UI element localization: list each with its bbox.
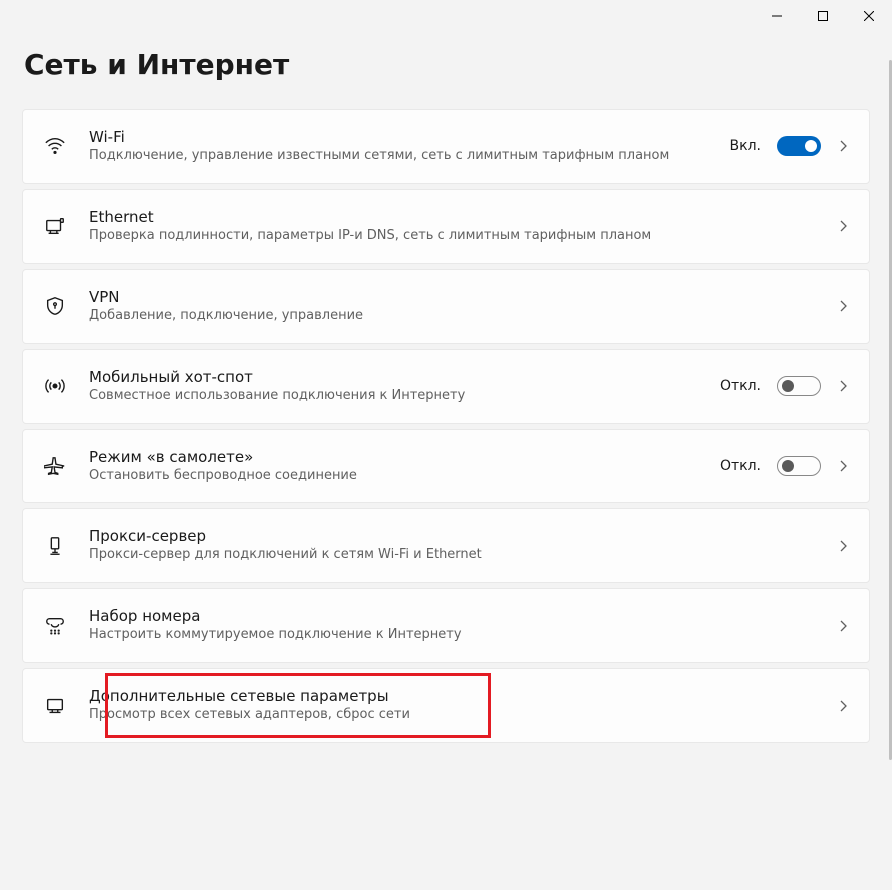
chevron-right-icon [837, 620, 849, 632]
chevron-right-icon [837, 460, 849, 472]
toggle-label: Вкл. [730, 138, 761, 154]
toggle-knob [805, 140, 817, 152]
setting-airplane[interactable]: Режим «в самолете» Остановить беспроводн… [22, 429, 870, 504]
setting-description: Подключение, управление известными сетям… [89, 148, 708, 165]
setting-text: VPN Добавление, подключение, управление [89, 288, 815, 325]
setting-hotspot[interactable]: Мобильный хот-спот Совместное использова… [22, 349, 870, 424]
dialup-icon [43, 614, 67, 638]
chevron-right-icon [837, 300, 849, 312]
setting-controls: Откл. [720, 376, 849, 396]
setting-title: Прокси-сервер [89, 527, 815, 545]
setting-dialup[interactable]: Набор номера Настроить коммутируемое под… [22, 588, 870, 663]
setting-description: Добавление, подключение, управление [89, 308, 815, 325]
settings-list: Wi-Fi Подключение, управление известными… [22, 109, 870, 743]
setting-title: Дополнительные сетевые параметры [89, 687, 815, 705]
setting-description: Настроить коммутируемое подключение к Ин… [89, 627, 815, 644]
setting-controls [837, 540, 849, 552]
setting-title: Wi-Fi [89, 128, 708, 146]
maximize-button[interactable] [800, 0, 846, 32]
proxy-icon [43, 534, 67, 558]
vpn-icon [43, 294, 67, 318]
setting-title: Ethernet [89, 208, 815, 226]
advanced-network-icon [43, 694, 67, 718]
minimize-button[interactable] [754, 0, 800, 32]
chevron-right-icon [837, 700, 849, 712]
toggle-label: Откл. [720, 378, 761, 394]
setting-description: Проверка подлинности, параметры IP-и DNS… [89, 228, 815, 245]
toggle-label: Откл. [720, 458, 761, 474]
setting-text: Набор номера Настроить коммутируемое под… [89, 607, 815, 644]
setting-controls [837, 300, 849, 312]
setting-text: Дополнительные сетевые параметры Просмот… [89, 687, 815, 724]
setting-text: Ethernet Проверка подлинности, параметры… [89, 208, 815, 245]
setting-text: Мобильный хот-спот Совместное использова… [89, 368, 698, 405]
chevron-right-icon [837, 540, 849, 552]
setting-wifi[interactable]: Wi-Fi Подключение, управление известными… [22, 109, 870, 184]
wifi-icon [43, 134, 67, 158]
chevron-right-icon [837, 140, 849, 152]
main-content: Сеть и Интернет Wi-Fi Подключение, управ… [0, 0, 892, 743]
ethernet-icon [43, 214, 67, 238]
close-button[interactable] [846, 0, 892, 32]
setting-title: Набор номера [89, 607, 815, 625]
setting-controls: Откл. [720, 456, 849, 476]
hotspot-toggle[interactable] [777, 376, 821, 396]
setting-description: Остановить беспроводное соединение [89, 468, 698, 485]
setting-ethernet[interactable]: Ethernet Проверка подлинности, параметры… [22, 189, 870, 264]
setting-description: Просмотр всех сетевых адаптеров, сброс с… [89, 707, 815, 724]
setting-controls [837, 220, 849, 232]
setting-title: Режим «в самолете» [89, 448, 698, 466]
chevron-right-icon [837, 380, 849, 392]
setting-description: Совместное использование подключения к И… [89, 388, 698, 405]
setting-controls: Вкл. [730, 136, 849, 156]
setting-description: Прокси-сервер для подключений к сетям Wi… [89, 547, 815, 564]
setting-text: Режим «в самолете» Остановить беспроводн… [89, 448, 698, 485]
airplane-icon [43, 454, 67, 478]
wifi-toggle[interactable] [777, 136, 821, 156]
setting-proxy[interactable]: Прокси-сервер Прокси-сервер для подключе… [22, 508, 870, 583]
setting-text: Wi-Fi Подключение, управление известными… [89, 128, 708, 165]
airplane-toggle[interactable] [777, 456, 821, 476]
setting-title: VPN [89, 288, 815, 306]
toggle-knob [782, 460, 794, 472]
chevron-right-icon [837, 220, 849, 232]
setting-advanced[interactable]: Дополнительные сетевые параметры Просмот… [22, 668, 870, 743]
setting-vpn[interactable]: VPN Добавление, подключение, управление [22, 269, 870, 344]
setting-controls [837, 700, 849, 712]
hotspot-icon [43, 374, 67, 398]
setting-title: Мобильный хот-спот [89, 368, 698, 386]
window-controls [754, 0, 892, 32]
toggle-knob [782, 380, 794, 392]
page-title: Сеть и Интернет [22, 48, 870, 81]
setting-controls [837, 620, 849, 632]
setting-text: Прокси-сервер Прокси-сервер для подключе… [89, 527, 815, 564]
